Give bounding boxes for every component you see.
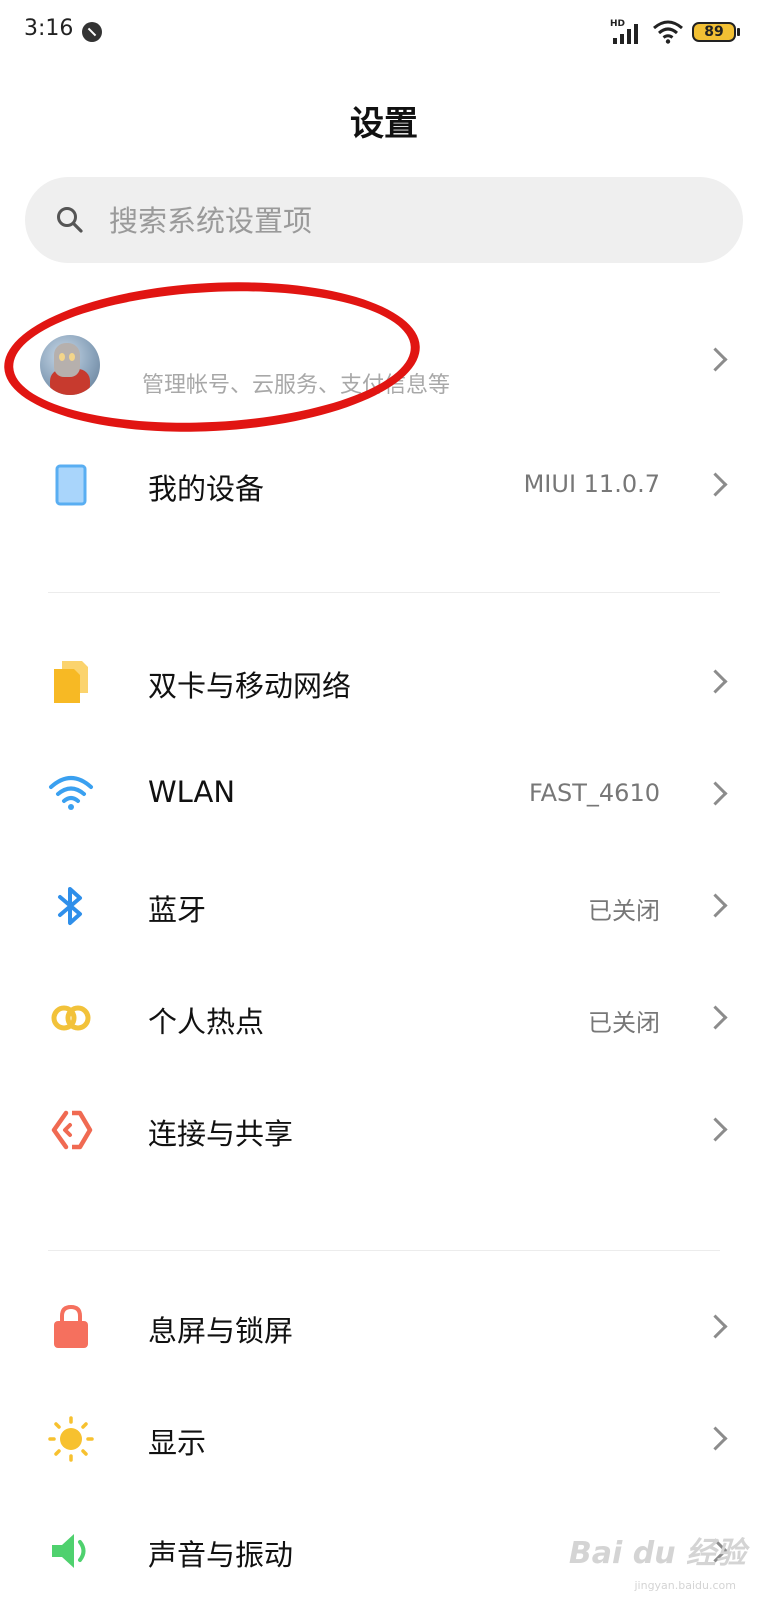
sound-vibration-label: 声音与振动: [148, 1538, 294, 1572]
chevron-right-icon: [703, 1005, 728, 1030]
baidu-watermark: Bai du 经验: [568, 1536, 746, 1571]
lock-icon: [54, 1304, 88, 1348]
brightness-icon: [48, 1416, 94, 1462]
bluetooth-row[interactable]: 蓝牙 已关闭: [0, 851, 768, 961]
lock-screen-row[interactable]: 息屏与锁屏: [0, 1272, 768, 1382]
chevron-right-icon: [703, 472, 728, 497]
hotspot-label: 个人热点: [148, 1005, 265, 1039]
device-icon: [55, 464, 87, 506]
chevron-right-icon: [703, 669, 728, 694]
chevron-right-icon: [703, 1314, 728, 1339]
wifi-icon: [49, 776, 93, 810]
battery-tip: [737, 28, 740, 36]
display-row[interactable]: 显示: [0, 1384, 768, 1494]
my-device-label: 我的设备: [148, 472, 265, 506]
my-device-version: MIUI 11.0.7: [523, 470, 660, 498]
bluetooth-status: 已关闭: [588, 897, 660, 925]
hotspot-status: 已关闭: [588, 1009, 660, 1037]
cellular-signal-icon: [613, 24, 638, 44]
my-device-row[interactable]: 我的设备 MIUI 11.0.7: [0, 430, 768, 540]
page-title: 设置: [350, 104, 418, 144]
search-icon: [57, 207, 83, 233]
bluetooth-label: 蓝牙: [148, 893, 207, 927]
chevron-right-icon: [703, 781, 728, 806]
wlan-label: WLAN: [148, 775, 236, 809]
section-divider: [48, 1250, 720, 1251]
speaker-icon: [52, 1534, 86, 1568]
wlan-network-name: FAST_4610: [529, 779, 660, 807]
share-icon: [51, 1110, 93, 1150]
wlan-row[interactable]: WLAN FAST_4610: [0, 739, 768, 849]
search-bar[interactable]: [25, 177, 743, 263]
sim-network-label: 双卡与移动网络: [148, 669, 352, 703]
section-divider: [48, 592, 720, 593]
sim-card-icon: [54, 661, 88, 703]
hotspot-icon: [51, 1005, 91, 1031]
connection-sharing-label: 连接与共享: [148, 1117, 294, 1151]
lock-screen-label: 息屏与锁屏: [148, 1314, 294, 1348]
bluetooth-icon: [58, 887, 82, 925]
wifi-status-icon: [653, 20, 683, 44]
do-not-disturb-icon: [82, 22, 102, 42]
chevron-right-icon: [703, 1426, 728, 1451]
connection-sharing-row[interactable]: 连接与共享: [0, 1075, 768, 1185]
chevron-right-icon: [703, 893, 728, 918]
battery-icon: 89: [692, 22, 736, 42]
status-time: 3:16: [24, 16, 74, 41]
chevron-right-icon: [703, 1117, 728, 1142]
hotspot-row[interactable]: 个人热点 已关闭: [0, 963, 768, 1073]
status-bar: 3:16 HD 89: [0, 0, 768, 64]
display-label: 显示: [148, 1426, 207, 1460]
sim-mobile-network-row[interactable]: 双卡与移动网络: [0, 627, 768, 737]
search-input[interactable]: [107, 195, 711, 247]
baidu-watermark-url: jingyan.baidu.com: [634, 1579, 736, 1592]
chevron-right-icon: [703, 347, 728, 372]
